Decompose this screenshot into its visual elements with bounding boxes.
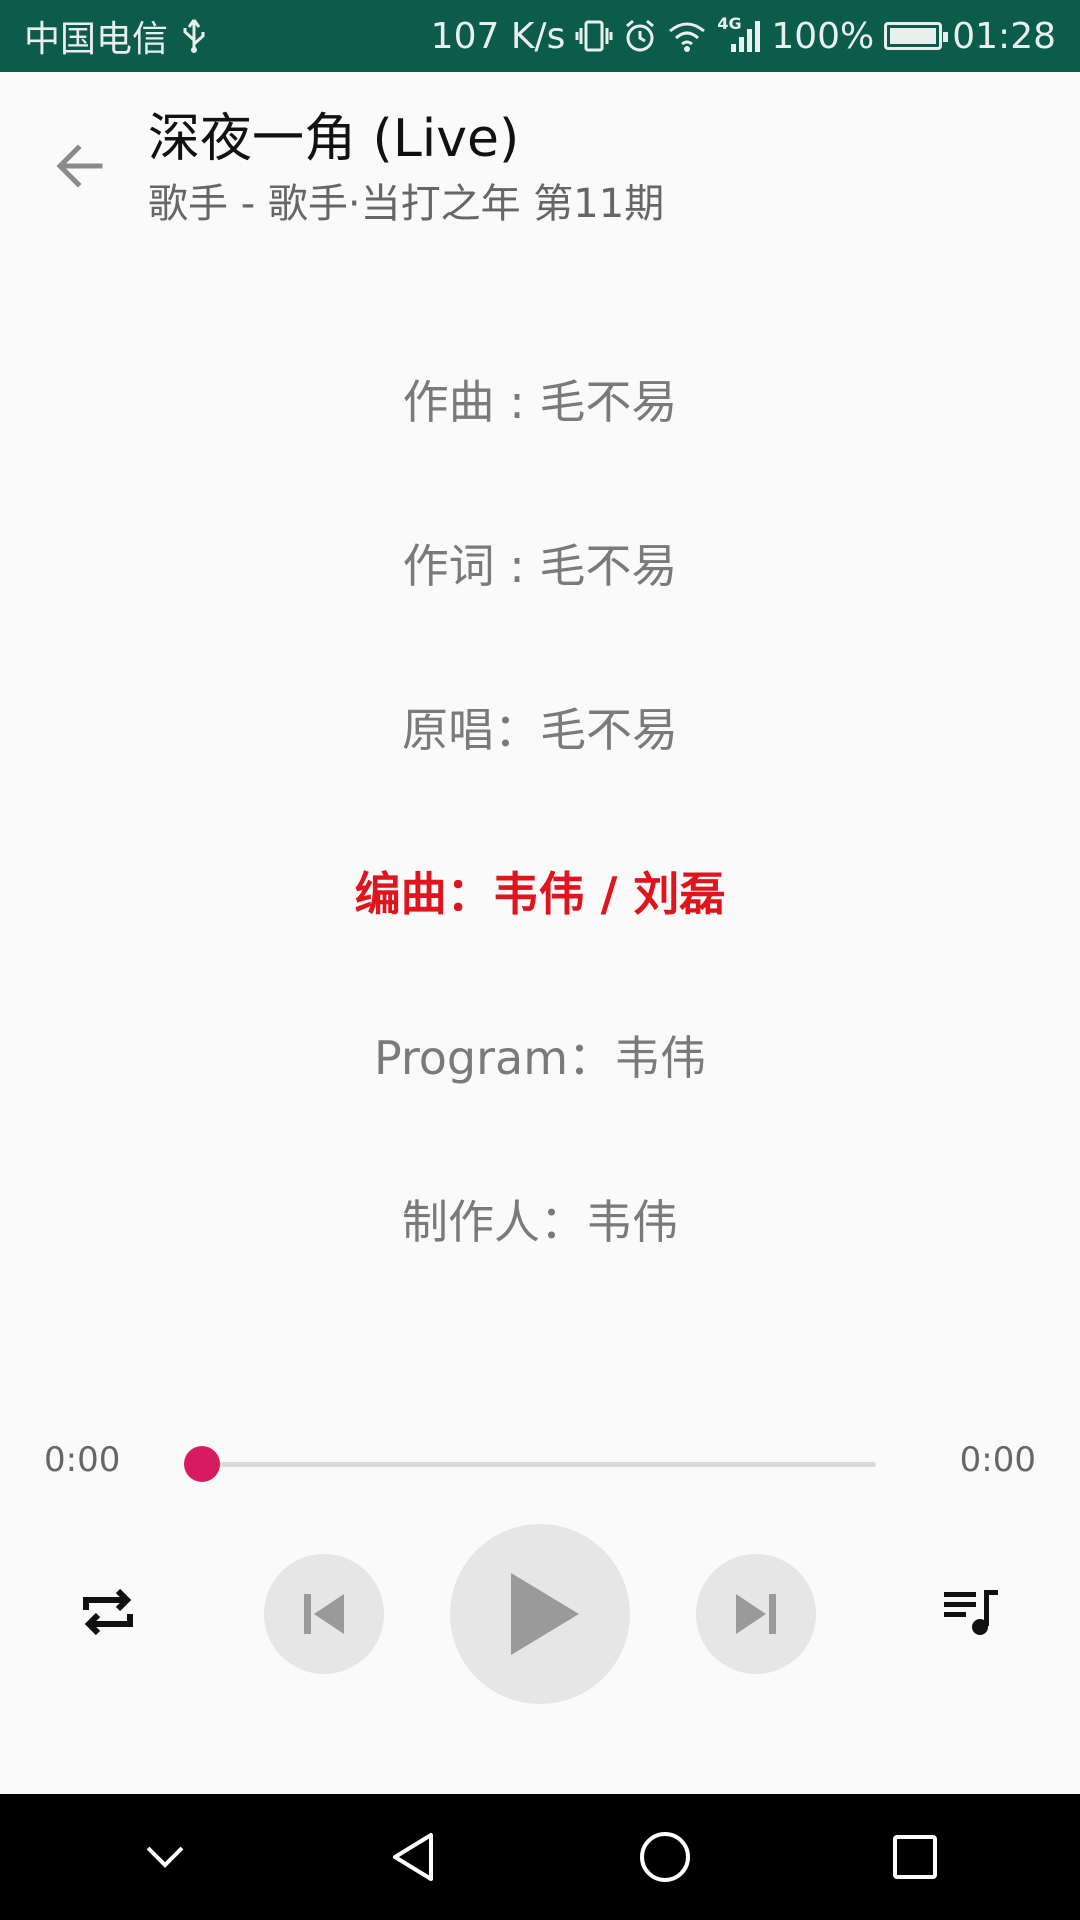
play-icon: [511, 1573, 579, 1655]
system-nav-bar: [0, 1794, 1080, 1920]
seek-bar[interactable]: [184, 1446, 876, 1482]
battery-level: [890, 28, 937, 44]
back-button[interactable]: [40, 126, 120, 206]
status-left: 中国电信: [24, 10, 208, 62]
vibrate-icon: [575, 18, 613, 54]
nav-back-button[interactable]: [365, 1807, 465, 1907]
hide-nav-button[interactable]: [115, 1807, 215, 1907]
recents-square-icon: [893, 1835, 937, 1879]
playlist-button[interactable]: [932, 1572, 1012, 1652]
nav-home-button[interactable]: [615, 1807, 715, 1907]
next-button[interactable]: [696, 1554, 816, 1674]
toolbar: 深夜一角 (Live) 歌手 - 歌手·当打之年 第11期: [0, 72, 1080, 252]
arrow-left-icon: [56, 144, 103, 188]
playback-controls: [0, 1524, 1080, 1704]
song-info: 深夜一角 (Live) 歌手 - 歌手·当打之年 第11期: [148, 104, 1040, 232]
status-right: 107 K/s 4G 100% 01:28: [430, 14, 1056, 57]
repeat-button[interactable]: [68, 1572, 148, 1652]
playback-progress: 0:00 0:00: [0, 1426, 1080, 1502]
back-triangle-icon: [393, 1833, 433, 1881]
usb-icon: [180, 18, 208, 54]
song-subtitle: 歌手 - 歌手·当打之年 第11期: [148, 181, 665, 227]
carrier-label: 中国电信: [24, 19, 169, 60]
current-time: 0:00: [44, 1440, 121, 1480]
queue-music-icon: [944, 1590, 998, 1635]
battery-percent: 100%: [771, 15, 875, 57]
network-badge: 4G: [717, 14, 742, 33]
seek-thumb[interactable]: [184, 1446, 220, 1482]
status-bar: 中国电信 107 K/s 4G 100% 01:28: [0, 0, 1080, 72]
play-button[interactable]: [450, 1524, 630, 1704]
home-circle-icon: [640, 1832, 690, 1882]
signal-icon: 4G: [717, 14, 761, 54]
skip-next-icon: [736, 1594, 776, 1634]
wifi-icon: [667, 19, 707, 53]
clock: 01:28: [952, 15, 1056, 57]
lyric-line: 制作人：韦伟: [402, 1195, 678, 1249]
skip-previous-icon: [304, 1594, 344, 1634]
lyric-line: Program：韦伟: [373, 1031, 707, 1085]
song-title: 深夜一角 (Live): [148, 109, 520, 169]
total-time: 0:00: [959, 1440, 1036, 1480]
lyric-line: 作词 : 毛不易: [402, 539, 678, 593]
network-speed: 107 K/s: [430, 15, 566, 57]
music-player-screen: 中国电信 107 K/s 4G 100% 01:28 深夜一角 (Live) 歌…: [0, 0, 1080, 1920]
repeat-icon: [83, 1588, 133, 1636]
previous-button[interactable]: [264, 1554, 384, 1674]
lyric-line: 原唱：毛不易: [402, 703, 678, 757]
nav-recents-button[interactable]: [865, 1807, 965, 1907]
lyric-line: 作曲 : 毛不易: [402, 375, 678, 429]
chevron-down-icon: [146, 1846, 184, 1868]
battery-icon: [884, 22, 949, 50]
alarm-icon: [623, 18, 657, 54]
lyric-line-active: 编曲：韦伟 / 刘磊: [354, 867, 726, 921]
lyrics-view[interactable]: 作曲 : 毛不易 作词 : 毛不易 原唱：毛不易 编曲：韦伟 / 刘磊 Prog…: [0, 320, 1080, 1304]
